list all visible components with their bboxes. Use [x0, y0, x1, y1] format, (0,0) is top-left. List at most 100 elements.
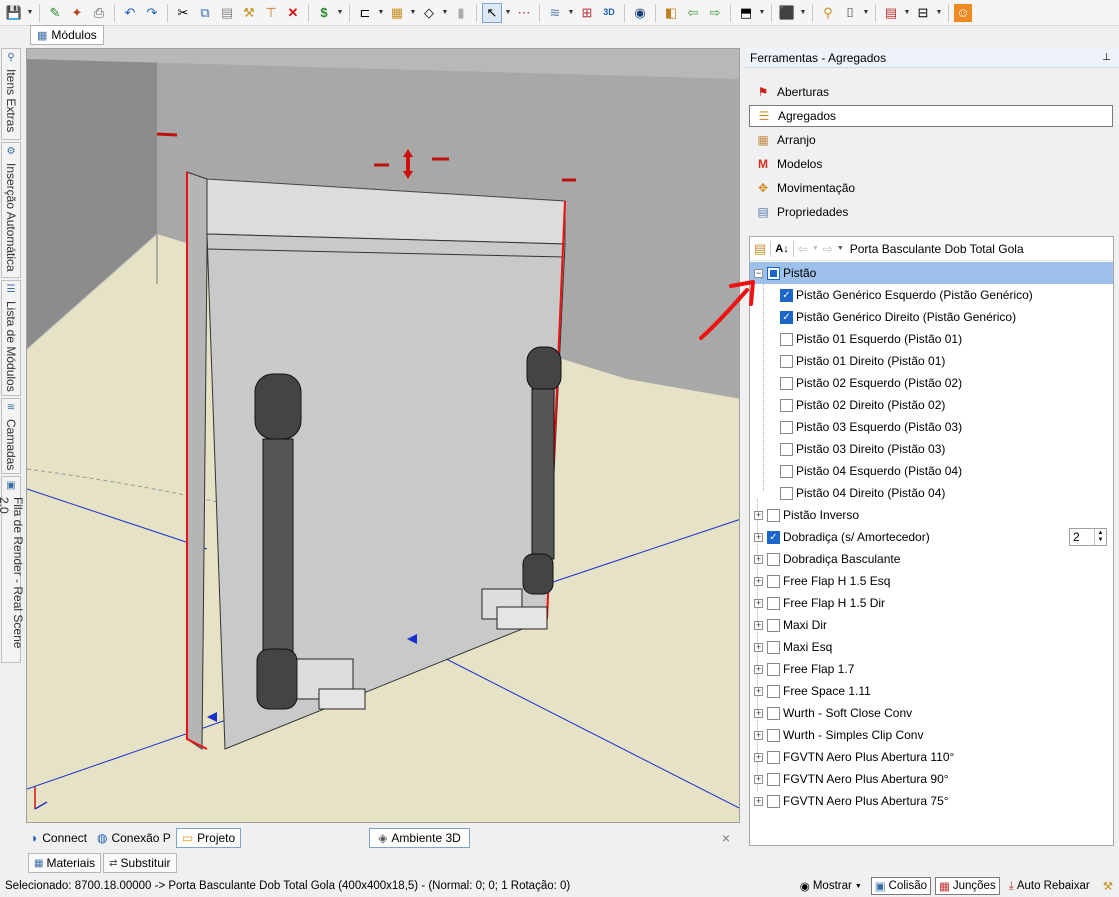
tree-checkbox[interactable]: ✓ [780, 310, 793, 324]
tree-group-item[interactable]: + Maxi Dir [750, 614, 1113, 636]
nav-arranjo[interactable]: ▦ Arranjo [749, 129, 1113, 151]
redo-icon[interactable]: ↷ [142, 3, 162, 23]
paste-icon[interactable]: ▤ [217, 3, 237, 23]
tree-checkbox[interactable] [767, 596, 780, 610]
tree-child-item[interactable]: Pistão 03 Direito (Pistão 03) [750, 438, 1113, 460]
tree-checkbox[interactable] [767, 706, 780, 720]
sort-icon[interactable]: A↓ [775, 243, 788, 255]
layers-dropdown-icon[interactable]: ▼ [567, 3, 575, 23]
nav-movimentacao[interactable]: ✥ Movimentação [749, 177, 1113, 199]
tab-substituir[interactable]: ⇄ Substituir [103, 853, 177, 873]
tree-checkbox[interactable]: ✓ [767, 530, 780, 544]
save-icon[interactable]: 💾 [4, 3, 24, 23]
nav-aberturas[interactable]: ⚑ Aberturas [749, 81, 1113, 103]
cut-icon[interactable]: ✂ [173, 3, 193, 23]
quantity-stepper[interactable]: 2 ▲ ▼ [1069, 528, 1107, 546]
tab-conexao-p[interactable]: ◍ Conexão P [92, 828, 176, 848]
user-icon[interactable]: ☺ [954, 3, 972, 22]
money-dropdown-icon[interactable]: ▼ [336, 3, 344, 23]
tree-checkbox[interactable] [780, 398, 793, 412]
juncoes-toggle[interactable]: ▦ Junções [935, 877, 1000, 895]
view-dropdown-icon[interactable]: ▼ [758, 3, 766, 23]
tree-group-item[interactable]: + Free Space 1.11 [750, 680, 1113, 702]
tree-checkbox[interactable] [767, 728, 780, 742]
tree-checkbox[interactable] [767, 684, 780, 698]
tree-group-item[interactable]: + FGVTN Aero Plus Abertura 110° [750, 746, 1113, 768]
tree-group-item[interactable]: + Maxi Esq [750, 636, 1113, 658]
tree-child-item[interactable]: Pistão 01 Direito (Pistão 01) [750, 350, 1113, 372]
print-icon[interactable]: ⎙ [89, 3, 109, 23]
delete-icon[interactable]: ✕ [283, 3, 303, 23]
tree-group-item[interactable]: + FGVTN Aero Plus Abertura 90° [750, 768, 1113, 790]
forward-dropdown-icon[interactable]: ▼ [837, 245, 844, 252]
tree-checkbox[interactable] [780, 376, 793, 390]
tree-group-item[interactable]: + Pistão Inverso [750, 504, 1113, 526]
grid-icon[interactable]: ▦ [387, 3, 407, 23]
tree-group-item[interactable]: + Free Flap H 1.5 Dir [750, 592, 1113, 614]
mirror-icon[interactable]: ◧ [661, 3, 681, 23]
forward-icon[interactable]: ⇨ [823, 242, 833, 256]
money-icon[interactable]: $ [314, 3, 334, 23]
view-icon[interactable]: ⬒ [736, 3, 756, 23]
tree-checkbox[interactable] [767, 266, 780, 280]
back-icon[interactable]: ⇦ [798, 242, 808, 256]
wrench-icon[interactable]: ⚒ [1103, 879, 1113, 893]
tree-root-pistao[interactable]: − Pistão [750, 262, 1113, 284]
tree-checkbox[interactable] [780, 354, 793, 368]
eye-icon[interactable]: ◉ [630, 3, 650, 23]
select-icon[interactable]: ↖ [482, 2, 502, 23]
tab-connect[interactable]: ◗ Connect [26, 828, 92, 848]
tab-projeto[interactable]: ▭ Projeto [175, 828, 242, 848]
tree-child-item[interactable]: ✓ Pistão Genérico Esquerdo (Pistão Genéri… [750, 284, 1113, 306]
viewport-3d[interactable] [26, 48, 740, 823]
expand-icon[interactable]: + [754, 686, 763, 696]
tree-checkbox[interactable] [767, 552, 780, 566]
tree-child-item[interactable]: Pistão 03 Esquerdo (Pistão 03) [750, 416, 1113, 438]
tab-modulos[interactable]: ▦ Módulos [30, 25, 104, 45]
arrow-left-icon[interactable]: ⇦ [683, 3, 703, 23]
tree-checkbox[interactable] [780, 420, 793, 434]
side-tab-lista-de-modulos[interactable]: ☰ Lista de Módulos [1, 280, 21, 396]
tree-checkbox[interactable] [767, 574, 780, 588]
expand-icon[interactable]: + [754, 774, 763, 784]
nav-propriedades[interactable]: ▤ Propriedades [749, 201, 1113, 223]
nav-modelos[interactable]: M Modelos [749, 153, 1113, 175]
layout-icon[interactable]: ⊏ [355, 3, 375, 23]
separator-icon[interactable]: ▮ [451, 3, 471, 23]
colisao-toggle[interactable]: ▣ Colisão [870, 877, 931, 895]
side-tab-insercao-automatica[interactable]: ⚙ Inserção Automática [1, 142, 21, 278]
measure-icon[interactable]: ⋯ [514, 3, 534, 23]
tab-materiais[interactable]: ▦ Materiais [28, 853, 102, 873]
tree-checkbox[interactable] [767, 508, 780, 522]
expand-icon[interactable]: + [754, 708, 763, 718]
side-tab-camadas[interactable]: ≋ Camadas [1, 398, 21, 474]
wizard-icon[interactable]: ✦ [67, 3, 87, 23]
side-tab-itens-extras[interactable]: ⚲ Itens Extras [1, 48, 21, 140]
arrow-right-icon[interactable]: ⇨ [705, 3, 725, 23]
camera-icon[interactable]: ⌷ [840, 3, 860, 23]
tree-group-item[interactable]: + Dobradiça Basculante [750, 548, 1113, 570]
expand-icon[interactable]: + [754, 598, 763, 608]
report-icon[interactable]: ▤ [881, 3, 901, 23]
select-dropdown-icon[interactable]: ▼ [504, 3, 512, 23]
tree-checkbox[interactable]: ✓ [780, 288, 793, 302]
expand-icon[interactable]: + [754, 532, 763, 542]
tree-checkbox[interactable] [767, 772, 780, 786]
mostrar-button[interactable]: ◉ Mostrar ▼ [797, 877, 865, 895]
tree-child-item[interactable]: Pistão 01 Esquerdo (Pistão 01) [750, 328, 1113, 350]
undo-icon[interactable]: ↶ [120, 3, 140, 23]
expand-icon[interactable]: + [754, 554, 763, 564]
tree-checkbox[interactable] [767, 794, 780, 808]
grid-dropdown-icon[interactable]: ▼ [409, 3, 417, 23]
report-dropdown-icon[interactable]: ▼ [903, 3, 911, 23]
tree-child-item[interactable]: Pistão 02 Esquerdo (Pistão 02) [750, 372, 1113, 394]
tree-child-item[interactable]: Pistão 04 Direito (Pistão 04) [750, 482, 1113, 504]
settings-dropdown-icon[interactable]: ▼ [935, 3, 943, 23]
close-icon[interactable]: × [722, 830, 730, 846]
save-dropdown-icon[interactable]: ▼ [26, 3, 34, 23]
tree-group-item[interactable]: + Wurth - Simples Clip Conv [750, 724, 1113, 746]
expand-icon[interactable]: + [754, 576, 763, 586]
expand-icon[interactable]: + [754, 510, 763, 520]
shape-dropdown-icon[interactable]: ▼ [441, 3, 449, 23]
back-dropdown-icon[interactable]: ▼ [812, 245, 819, 252]
